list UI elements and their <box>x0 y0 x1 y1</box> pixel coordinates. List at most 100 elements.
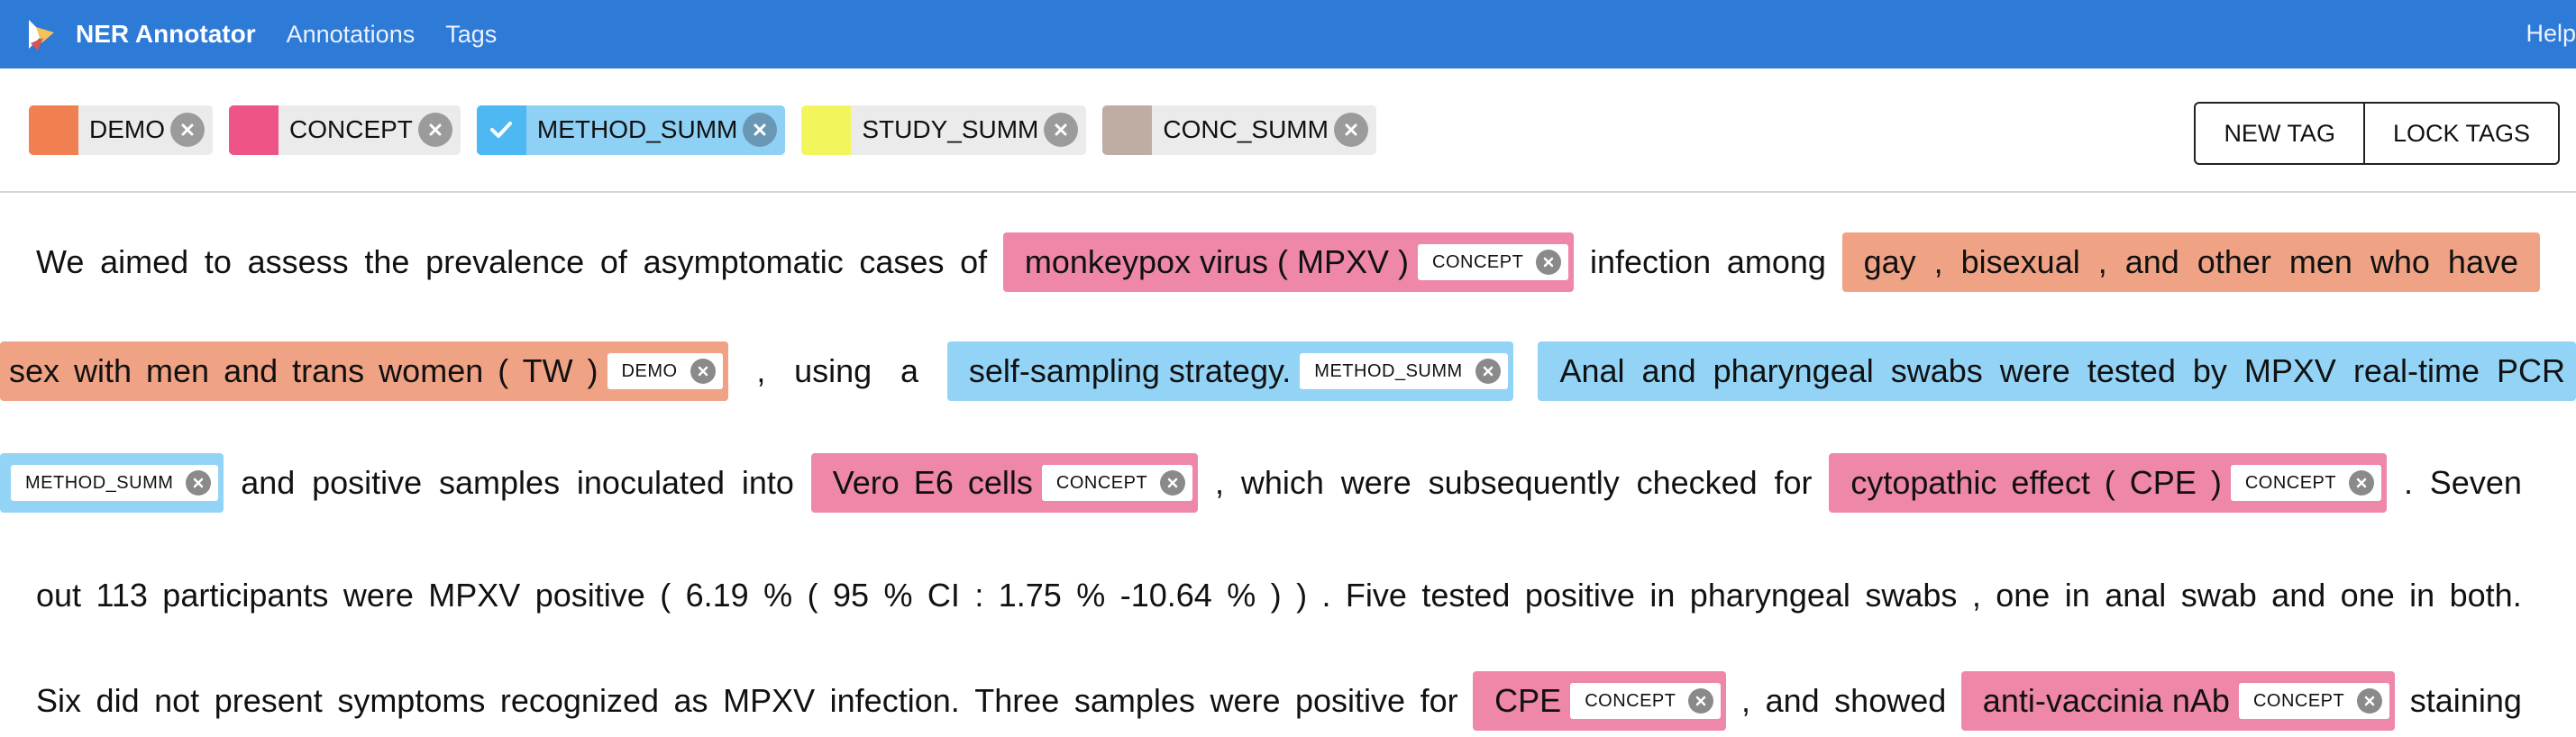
token[interactable]: , <box>1215 464 1224 502</box>
token[interactable]: assess <box>248 243 349 281</box>
remove-entity-icon[interactable] <box>1536 250 1562 275</box>
token[interactable]: in <box>2065 577 2090 614</box>
token[interactable]: out <box>36 577 81 614</box>
token[interactable]: a <box>900 352 918 390</box>
token[interactable]: for <box>1420 682 1458 720</box>
token[interactable]: and <box>241 464 295 502</box>
tag-chip-conc-summ[interactable]: CONC_SUMM <box>1102 105 1376 155</box>
token[interactable]: checked <box>1637 464 1758 502</box>
token[interactable]: 95 <box>833 577 869 614</box>
token[interactable]: We <box>36 243 84 281</box>
token[interactable]: participants <box>162 577 328 614</box>
annotation-text-area[interactable]: We aimed to assess the prevalence of asy… <box>0 193 2576 737</box>
token[interactable]: % <box>763 577 792 614</box>
entity-span-concept[interactable]: anti-vaccinia nAb CONCEPT <box>1960 671 2396 731</box>
token[interactable]: samples <box>1074 682 1195 720</box>
entity-span-concept[interactable]: CPE CONCEPT <box>1473 671 1727 731</box>
token[interactable]: % <box>1227 577 1256 614</box>
token[interactable]: Seven <box>2430 464 2522 502</box>
token[interactable]: which <box>1241 464 1324 502</box>
entity-span-method-summ[interactable]: METHOD_SUMM <box>0 453 224 513</box>
entity-span-demo[interactable]: sex with men and trans women ( TW ) DEMO <box>0 341 728 401</box>
token[interactable]: one <box>2341 577 2395 614</box>
token[interactable]: anal <box>2105 577 2166 614</box>
token[interactable]: CI <box>927 577 960 614</box>
token[interactable]: of <box>600 243 627 281</box>
token[interactable]: both. <box>2450 577 2522 614</box>
token[interactable]: cases <box>859 243 944 281</box>
token[interactable]: the <box>364 243 409 281</box>
remove-entity-icon[interactable] <box>690 359 716 384</box>
token[interactable]: in <box>1649 577 1675 614</box>
remove-tag-icon[interactable] <box>417 113 452 147</box>
token[interactable]: asymptomatic <box>644 243 844 281</box>
token[interactable]: positive <box>312 464 422 502</box>
remove-entity-icon[interactable] <box>1160 470 1186 496</box>
token[interactable]: tested <box>1421 577 1510 614</box>
token[interactable]: MPXV <box>723 682 815 720</box>
token[interactable]: positive <box>535 577 645 614</box>
remove-tag-icon[interactable] <box>1333 113 1368 147</box>
token[interactable]: positive <box>1295 682 1405 720</box>
token[interactable]: . <box>2404 464 2413 502</box>
token[interactable]: infection. <box>830 682 960 720</box>
token[interactable]: Six <box>36 682 81 720</box>
token[interactable]: ) <box>1271 577 1282 614</box>
token[interactable]: , <box>756 352 765 390</box>
token[interactable]: as <box>674 682 708 720</box>
remove-entity-icon[interactable] <box>2357 688 2383 714</box>
token[interactable]: : <box>974 577 983 614</box>
entity-span-method-summ[interactable]: Anal and pharyngeal swabs were tested by… <box>1538 341 2576 401</box>
remove-entity-icon[interactable] <box>2349 470 2375 496</box>
remove-entity-icon[interactable] <box>1475 359 1501 384</box>
token[interactable]: , <box>1741 682 1750 720</box>
new-tag-button[interactable]: NEW TAG <box>2194 102 2365 165</box>
token[interactable]: into <box>742 464 794 502</box>
entity-span-concept[interactable]: monkeypox virus ( MPXV ) CONCEPT <box>1002 232 1575 292</box>
token[interactable]: positive <box>1525 577 1635 614</box>
token[interactable]: swab <box>2181 577 2257 614</box>
token[interactable]: prevalence <box>425 243 584 281</box>
token[interactable]: not <box>154 682 199 720</box>
tag-chip-method-summ[interactable]: METHOD_SUMM <box>476 105 786 155</box>
token[interactable]: Three <box>974 682 1059 720</box>
entity-span-demo[interactable]: gay , bisexual , and other men who have <box>1841 232 2540 292</box>
token[interactable]: pharyngeal <box>1690 577 1850 614</box>
remove-tag-icon[interactable] <box>743 113 778 147</box>
token[interactable]: % <box>883 577 912 614</box>
remove-entity-icon[interactable] <box>186 470 212 496</box>
token[interactable]: and <box>2271 577 2325 614</box>
token[interactable]: ( <box>660 577 671 614</box>
token[interactable]: aimed <box>100 243 188 281</box>
token[interactable]: present <box>215 682 323 720</box>
token[interactable]: did <box>96 682 140 720</box>
token[interactable]: inoculated <box>577 464 725 502</box>
nav-link-tags[interactable]: Tags <box>445 21 497 49</box>
token[interactable]: staining <box>2410 682 2522 720</box>
entity-span-concept[interactable]: cytopathic effect ( CPE ) CONCEPT <box>1829 453 2388 513</box>
nav-link-help[interactable]: Help <box>2526 20 2576 48</box>
nav-link-annotations[interactable]: Annotations <box>287 21 416 49</box>
token[interactable]: and <box>1766 682 1820 720</box>
token[interactable]: MPXV <box>428 577 520 614</box>
token[interactable]: one <box>1996 577 2050 614</box>
token[interactable]: . <box>1321 577 1330 614</box>
remove-tag-icon[interactable] <box>1044 113 1079 147</box>
token[interactable]: using <box>794 352 872 390</box>
token[interactable]: recognized <box>500 682 659 720</box>
brand-title[interactable]: NER Annotator <box>76 20 256 49</box>
token[interactable]: swabs <box>1865 577 1957 614</box>
token[interactable]: 1.75 <box>999 577 1062 614</box>
token[interactable]: symptoms <box>337 682 485 720</box>
entity-span-concept[interactable]: Vero E6 cells CONCEPT <box>810 453 1199 513</box>
token[interactable]: to <box>205 243 232 281</box>
token[interactable]: subsequently <box>1429 464 1620 502</box>
token[interactable]: showed <box>1834 682 1946 720</box>
token[interactable]: infection <box>1590 243 1711 281</box>
token[interactable]: were <box>1341 464 1411 502</box>
tag-chip-concept[interactable]: CONCEPT <box>229 105 461 155</box>
token[interactable]: ) <box>1296 577 1307 614</box>
remove-tag-icon[interactable] <box>170 113 205 147</box>
token[interactable]: 113 <box>96 577 147 614</box>
token[interactable]: among <box>1727 243 1826 281</box>
